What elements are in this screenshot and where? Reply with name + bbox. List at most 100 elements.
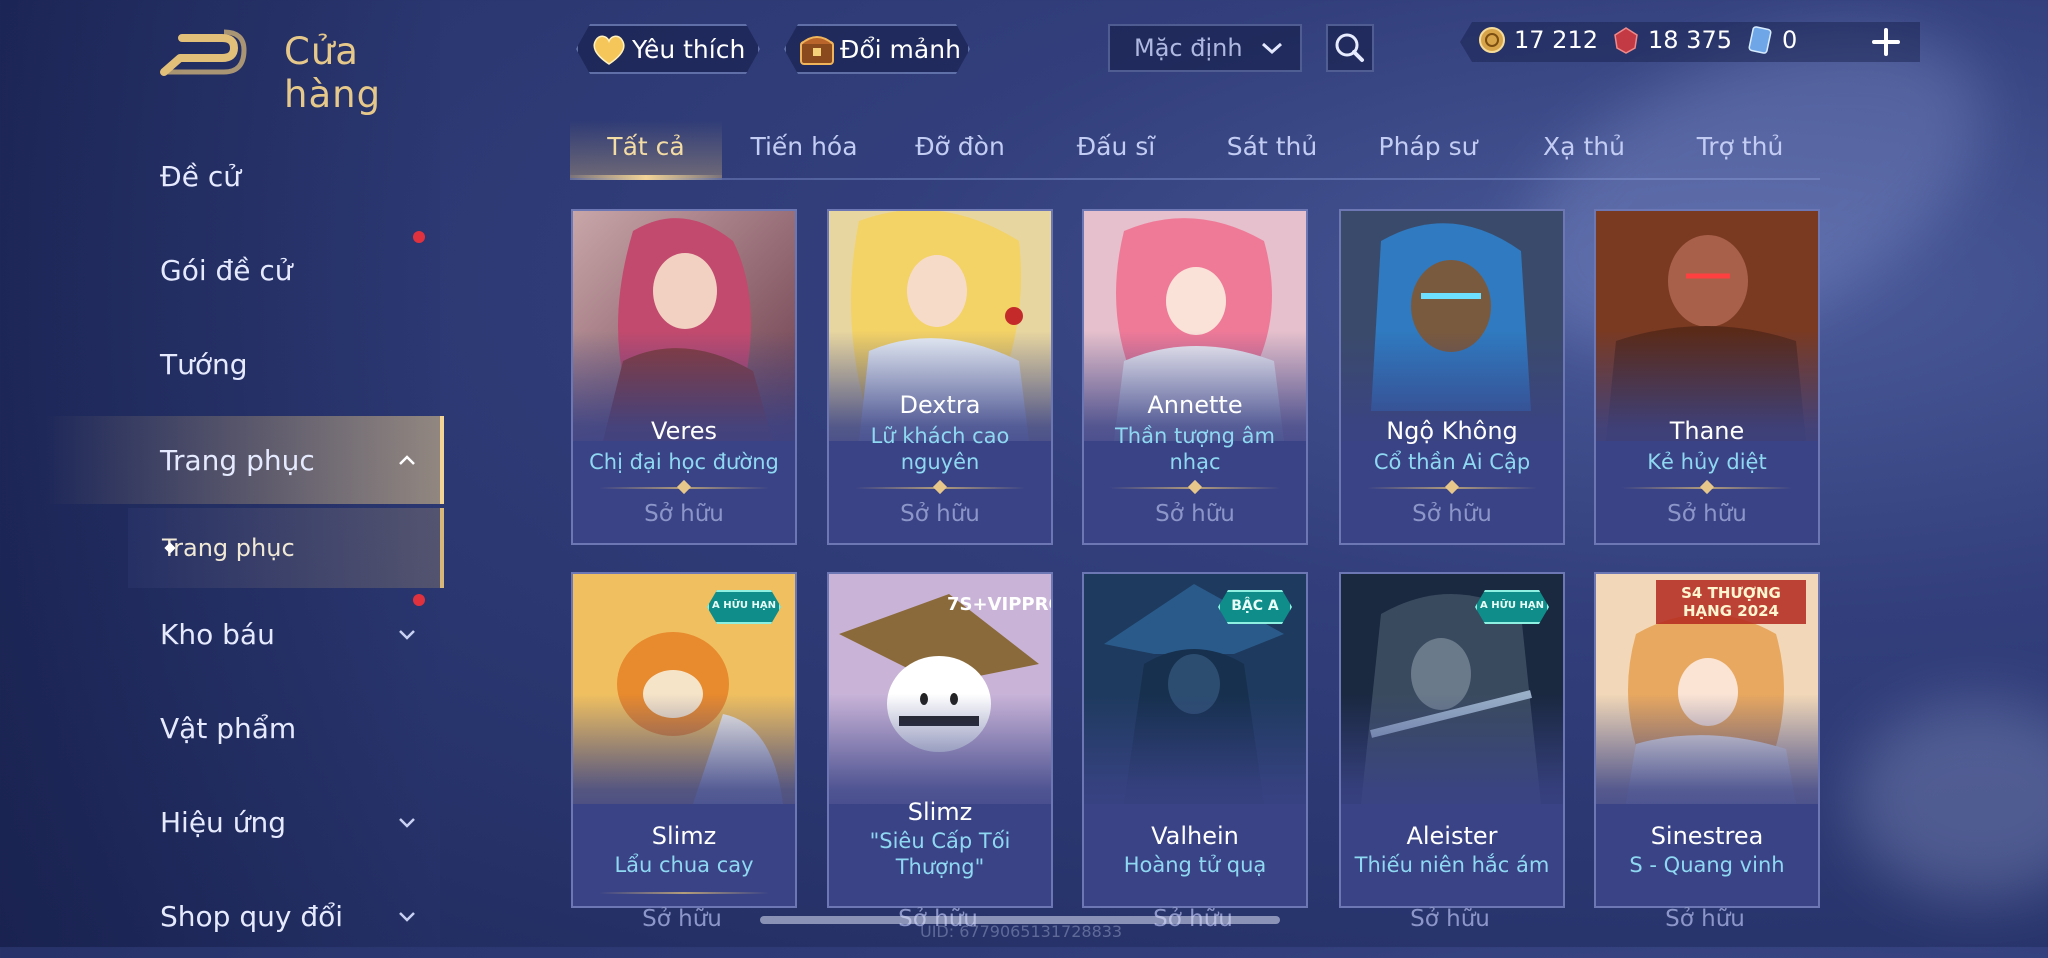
hero-name: Aleister [1406, 822, 1498, 850]
tab-marksman[interactable]: Xạ thủ [1506, 132, 1662, 161]
hero-name: Thane [1669, 417, 1745, 445]
user-id: UID: 6779065131728833 [920, 922, 1123, 941]
skin-name: Thiếu niên hắc ám [1354, 853, 1550, 877]
gold-value: 17 212 [1514, 26, 1598, 54]
back-arrow-icon [160, 29, 247, 76]
sidebar-subitem-label: Trang phục [162, 534, 295, 562]
sidebar-item-label: Kho báu [160, 617, 275, 651]
search-button[interactable] [1326, 24, 1374, 72]
tier-badge: BẬC A [1218, 590, 1292, 624]
tier-badge: A HỮU HẠN [1475, 590, 1549, 624]
skin-card[interactable]: A HỮU HẠN Slimz Lẩu chua cay [571, 572, 797, 908]
skin-name: Thần tượng âm nhạc [1114, 424, 1276, 474]
skin-card[interactable]: Annette Thần tượng âm nhạc Sở hữu [1082, 209, 1308, 545]
skin-name: Chị đại học đường [589, 450, 779, 474]
sidebar-item-exchange-shop[interactable]: Shop quy đổi [0, 874, 440, 958]
category-tabs: Tất cả Tiến hóa Đỡ đòn Đấu sĩ Sát thủ Ph… [570, 120, 1820, 180]
sidebar-item-effects[interactable]: Hiệu ứng [0, 780, 440, 864]
search-icon [1335, 33, 1364, 62]
notification-dot [413, 231, 425, 243]
owned-status: Sở hữu [644, 501, 724, 527]
chevron-down-icon [399, 818, 415, 828]
card-divider [599, 892, 769, 894]
sidebar-item-label: Vật phẩm [160, 711, 297, 745]
chevron-up-icon [399, 455, 415, 465]
tab-assassin[interactable]: Sát thủ [1194, 132, 1350, 161]
hero-name: Valhein [1151, 822, 1239, 850]
sidebar-item-label: Trang phục [160, 443, 315, 477]
sidebar-subitem-skins[interactable]: Trang phục [128, 508, 444, 588]
rank-label: 7S+VIPPRO [947, 594, 1053, 615]
hero-name: Slimz [907, 798, 973, 826]
sidebar-item-heroes[interactable]: Tướng [0, 322, 440, 406]
skin-card[interactable]: S4 THƯỢNG HẠNG 2024 Sinestrea S - Quang … [1594, 572, 1820, 908]
hero-name: Veres [651, 417, 717, 445]
skin-card[interactable]: Thane Kẻ hủy diệt Sở hữu [1594, 209, 1820, 545]
plus-icon [1872, 28, 1900, 56]
exchange-fragments-button[interactable]: Đổi mảnh [784, 24, 970, 74]
skin-card[interactable]: 7S+VIPPRO Slimz "Siêu Cấp Tối Thượng" [827, 572, 1053, 908]
chest-icon [798, 30, 836, 68]
gold-currency: 17 212 [1478, 26, 1598, 54]
voucher-value: 0 [1782, 26, 1798, 54]
skin-card[interactable]: Veres Chị đại học đường Sở hữu [571, 209, 797, 545]
tier-badge: A HỮU HẠN [707, 590, 781, 624]
background-light [1850, 700, 2048, 900]
skin-name: Hoàng tử quạ [1123, 853, 1267, 877]
sidebar-item-skins[interactable]: Trang phục [0, 416, 444, 504]
chevron-down-icon [399, 912, 415, 922]
sidebar-item-label: Gói đề cử [160, 253, 293, 287]
tab-fighter[interactable]: Đấu sĩ [1038, 132, 1194, 161]
hero-name: Annette [1147, 391, 1243, 419]
hero-name: Dextra [899, 391, 981, 419]
active-tab-indicator [570, 175, 722, 180]
skin-card[interactable]: BẬC A Valhein Hoàng tử quạ [1082, 572, 1308, 908]
ruby-icon [1614, 27, 1638, 54]
skin-name: Lẩu chua cay [614, 853, 754, 877]
owned-status: Sở hữu [1410, 906, 1490, 932]
gem-value: 18 375 [1648, 26, 1732, 54]
skin-name: Kẻ hủy diệt [1647, 450, 1767, 474]
sidebar-item-label: Tướng [160, 347, 248, 381]
sidebar-item-recommended-packs[interactable]: Gói đề cử [0, 228, 440, 312]
tabs-divider [570, 178, 1820, 180]
owned-status: Sở hữu [1412, 501, 1492, 527]
sort-selected-value: Mặc định [1134, 34, 1243, 62]
sidebar: Cửa hàng Đề cử Gói đề cử Tướng Trang phụ… [0, 0, 444, 947]
skin-card[interactable]: Ngộ Không Cổ thần Ai Cập Sở hữu [1339, 209, 1565, 545]
sort-select[interactable]: Mặc định [1108, 24, 1302, 72]
skin-name: Lữ khách cao nguyên [870, 424, 1010, 474]
tab-mage[interactable]: Pháp sư [1350, 132, 1506, 161]
season-badge: S4 THƯỢNG HẠNG 2024 [1656, 580, 1806, 624]
skin-name: Cổ thần Ai Cập [1373, 450, 1531, 474]
add-currency-button[interactable] [1868, 24, 1904, 60]
exchange-label: Đổi mảnh [840, 34, 961, 64]
skin-name: S - Quang vinh [1629, 853, 1785, 877]
chevron-down-icon [1262, 42, 1282, 55]
page-title: Cửa hàng [284, 30, 382, 116]
skin-card[interactable]: Dextra Lữ khách cao nguyên Sở hữu [827, 209, 1053, 545]
sidebar-item-recommended[interactable]: Đề cử [0, 134, 440, 218]
sidebar-item-label: Đề cử [160, 159, 241, 193]
tab-support[interactable]: Trợ thủ [1662, 132, 1818, 161]
notification-dot [413, 594, 425, 606]
skin-card[interactable]: A HỮU HẠN Aleister Thiếu niên hắc ám [1339, 572, 1565, 908]
hero-name: Sinestrea [1650, 822, 1764, 850]
tab-all[interactable]: Tất cả [570, 132, 722, 161]
owned-status: Sở hữu [1155, 501, 1235, 527]
owned-status: Sở hữu [900, 501, 980, 527]
owned-status: Sở hữu [1667, 501, 1747, 527]
tab-evolution[interactable]: Tiến hóa [726, 132, 882, 161]
sidebar-item-label: Shop quy đổi [160, 899, 343, 933]
sidebar-item-treasure[interactable]: Kho báu [0, 592, 440, 676]
owned-status: Sở hữu [1665, 906, 1745, 932]
back-button[interactable] [160, 28, 250, 80]
hero-name: Ngộ Không [1386, 417, 1518, 445]
favorites-button[interactable]: Yêu thích [576, 24, 760, 74]
sidebar-item-items[interactable]: Vật phẩm [0, 686, 440, 770]
tab-tank[interactable]: Đỡ đòn [882, 132, 1038, 161]
chevron-down-icon [399, 630, 415, 640]
gem-currency: 18 375 [1612, 26, 1732, 54]
heart-icon [590, 30, 628, 68]
voucher-icon [1748, 26, 1772, 54]
